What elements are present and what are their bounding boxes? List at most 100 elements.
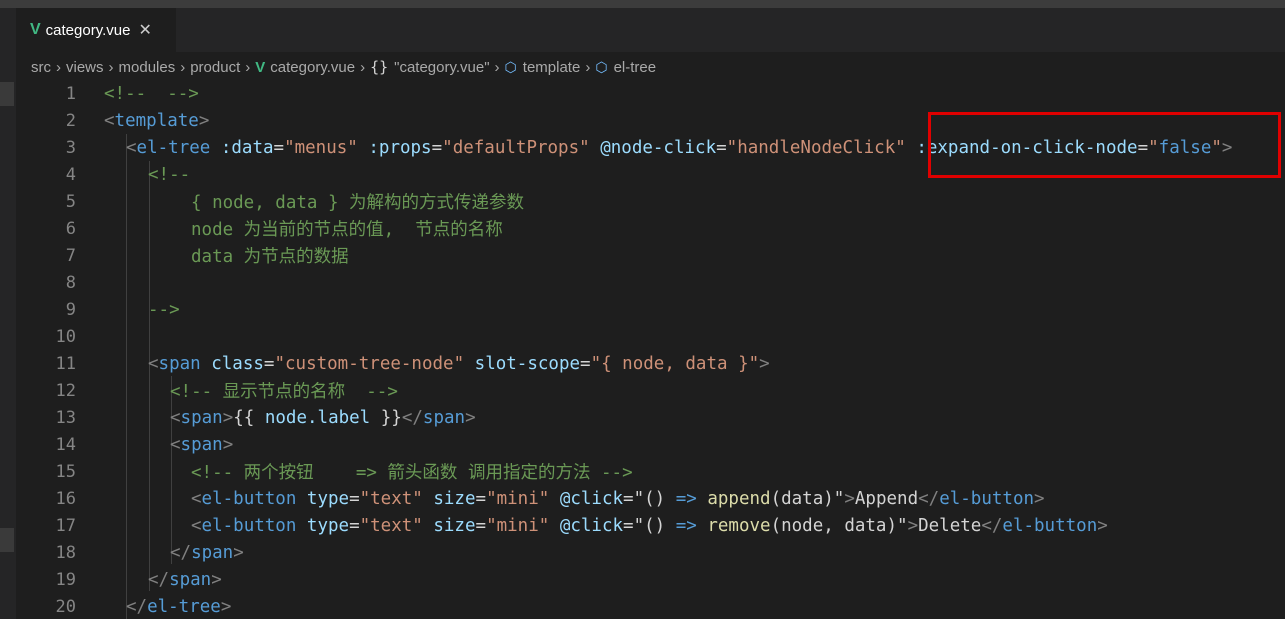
- token-variable: node.label: [264, 407, 371, 428]
- html-comment: node 为当前的节点的值, 节点的名称: [191, 220, 503, 240]
- token-string: "{ node, data }": [590, 353, 760, 374]
- token-string: "defaultProps": [442, 137, 590, 158]
- line-number: 3: [65, 137, 76, 158]
- token-punc: </: [126, 596, 148, 617]
- token-punc: >: [211, 569, 222, 590]
- braces-icon: {}: [370, 58, 389, 76]
- code-line: 14 <span>: [16, 431, 1285, 458]
- close-icon[interactable]: ✕: [138, 20, 151, 40]
- token-text: ": [897, 515, 908, 536]
- token-attr: size: [422, 515, 476, 536]
- line-number: 18: [55, 542, 76, 563]
- chevron-right-icon: ›: [108, 58, 114, 76]
- code-line: 9 -->: [16, 296, 1285, 323]
- token-attr: type: [296, 515, 350, 536]
- line-number: 17: [55, 515, 76, 536]
- token-attr: :data: [210, 137, 274, 158]
- html-comment: <!--: [148, 164, 191, 185]
- chevron-right-icon: ›: [360, 58, 366, 76]
- token-attr: size: [422, 488, 476, 509]
- token-string: "text": [359, 515, 423, 536]
- line-number: 15: [55, 461, 76, 482]
- token-tag: span: [191, 542, 234, 563]
- token-punc: >: [1034, 488, 1045, 509]
- token-text: ": [833, 488, 845, 509]
- token-tag: span: [180, 407, 223, 428]
- token-string: "menus": [284, 137, 358, 158]
- gutter-marker: [0, 528, 14, 552]
- breadcrumb-item-modules[interactable]: modules: [119, 59, 176, 76]
- token-attr: :props: [357, 137, 432, 158]
- breadcrumb-item-module[interactable]: "category.vue": [394, 59, 489, 76]
- token-punc: >: [198, 110, 210, 131]
- token-text: "(): [633, 515, 666, 536]
- token-eq: =: [273, 137, 285, 158]
- token-punc: >: [759, 353, 770, 374]
- line-number: 13: [55, 407, 76, 428]
- token-tag: el-button: [201, 515, 297, 536]
- token-punc: >: [222, 434, 234, 455]
- token-eq: =: [623, 515, 634, 536]
- token-tag: el-tree: [136, 137, 211, 158]
- chevron-right-icon: ›: [56, 58, 61, 76]
- breadcrumb-item-el-tree[interactable]: el-tree: [614, 59, 657, 76]
- code-line: 7 data 为节点的数据: [16, 242, 1285, 269]
- line-number: 2: [65, 110, 76, 131]
- line-number: 14: [55, 434, 76, 455]
- token-string: "custom-tree-node": [274, 353, 465, 374]
- token-tag: template: [114, 110, 199, 131]
- breadcrumb: src › views › modules › product › V cate…: [16, 52, 1285, 82]
- token-punc: >: [1097, 515, 1108, 536]
- token-punc: >: [222, 407, 234, 428]
- token-text: Delete: [918, 515, 982, 536]
- token-function: append: [696, 488, 771, 509]
- tab-category-vue[interactable]: V category.vue ✕: [16, 8, 176, 52]
- token-eq: =: [349, 515, 360, 536]
- token-attr: @click: [549, 515, 624, 536]
- left-gutter-bar: [0, 52, 16, 619]
- token-tag: span: [158, 353, 201, 374]
- token-eq: =: [349, 488, 360, 509]
- breadcrumb-item-template[interactable]: template: [523, 59, 581, 76]
- cube-icon: ⬡: [504, 58, 517, 75]
- line-number: 9: [65, 299, 76, 320]
- line-number: 20: [55, 596, 76, 617]
- token-punc: <: [191, 488, 202, 509]
- token-attr: @node-click: [589, 137, 717, 158]
- token-arrow: =>: [665, 488, 697, 509]
- vue-icon: V: [255, 58, 266, 76]
- token-punc: <: [126, 137, 137, 158]
- token-text: }}: [370, 407, 402, 428]
- token-args: (data): [770, 488, 834, 509]
- breadcrumb-item-file[interactable]: category.vue: [270, 59, 355, 76]
- code-line: 15 <!-- 两个按钮 => 箭头函数 调用指定的方法 -->: [16, 458, 1285, 485]
- breadcrumb-item-src[interactable]: src: [31, 59, 51, 76]
- code-line: 17 <el-button type="text" size="mini" @c…: [16, 512, 1285, 539]
- token-tag: span: [180, 434, 223, 455]
- token-string: "handleNodeClick": [726, 137, 906, 158]
- token-args: (node, data): [770, 515, 898, 536]
- tab-bar: V category.vue ✕: [0, 8, 1285, 52]
- line-number: 12: [55, 380, 76, 401]
- token-attr: slot-scope: [464, 353, 581, 374]
- html-comment: -->: [148, 299, 180, 320]
- code-line: 5 { node, data } 为解构的方式传递参数: [16, 188, 1285, 215]
- token-punc: <: [148, 353, 159, 374]
- html-comment: data 为节点的数据: [191, 247, 349, 267]
- token-attr: class: [200, 353, 264, 374]
- breadcrumb-item-views[interactable]: views: [66, 59, 104, 76]
- token-eq: =: [716, 137, 727, 158]
- line-number: 1: [65, 83, 76, 104]
- line-number: 6: [65, 218, 76, 239]
- token-punc: <: [191, 515, 202, 536]
- token-string: "mini": [486, 488, 550, 509]
- token-string: "text": [359, 488, 423, 509]
- chevron-right-icon: ›: [180, 58, 186, 76]
- token-punc: >: [465, 407, 476, 428]
- breadcrumb-item-product[interactable]: product: [190, 59, 240, 76]
- token-tag: span: [169, 569, 212, 590]
- token-tag: span: [422, 407, 466, 428]
- token-punc: </: [170, 542, 192, 563]
- token-punc: </: [148, 569, 170, 590]
- token-arrow: =>: [665, 515, 697, 536]
